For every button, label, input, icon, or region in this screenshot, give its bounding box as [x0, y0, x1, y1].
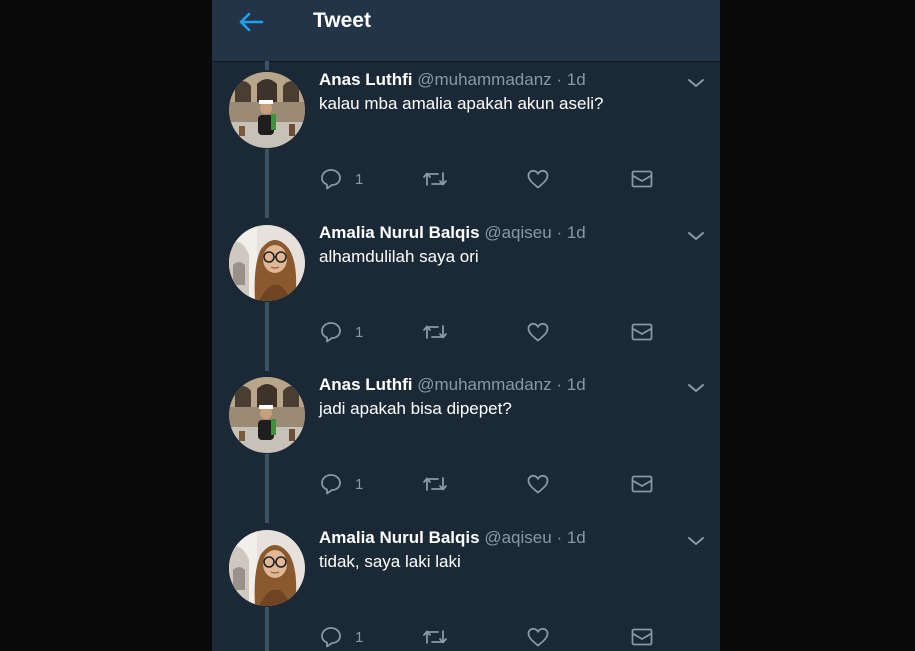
- tweet-actions: 1: [319, 623, 659, 651]
- tweet-menu-button[interactable]: [684, 532, 708, 550]
- retweet-button[interactable]: [422, 165, 448, 193]
- author-name[interactable]: Amalia Nurul Balqis: [319, 528, 480, 547]
- tweet-text: kalau mba amalia apakah akun aseli?: [319, 94, 604, 113]
- tweet-item[interactable]: Amalia Nurul Balqis @aqiseu · 1d alhamdu…: [212, 215, 720, 367]
- tweet-actions: 1: [319, 318, 659, 346]
- message-button[interactable]: [630, 470, 654, 498]
- like-button[interactable]: [526, 470, 550, 498]
- tweet-text: jadi apakah bisa dipepet?: [319, 399, 512, 418]
- back-button[interactable]: [236, 8, 266, 36]
- message-icon: [631, 323, 653, 341]
- message-icon: [631, 475, 653, 493]
- retweet-icon: [423, 477, 447, 491]
- reply-button[interactable]: 1: [319, 623, 363, 651]
- tweet-item[interactable]: Anas Luthfi @muhammadanz · 1d kalau mba …: [212, 62, 720, 214]
- message-icon: [631, 170, 653, 188]
- tweet-actions: 1: [319, 470, 659, 498]
- author-name[interactable]: Anas Luthfi: [319, 70, 413, 89]
- reply-count: 1: [355, 628, 364, 646]
- reply-button[interactable]: 1: [319, 470, 363, 498]
- tweet-timestamp[interactable]: · 1d: [556, 223, 585, 242]
- tweet-timestamp[interactable]: · 1d: [556, 528, 585, 547]
- chevron-down-icon: [688, 232, 704, 240]
- retweet-button[interactable]: [422, 623, 448, 651]
- reply-count: 1: [355, 323, 364, 341]
- page-title: Tweet: [313, 9, 371, 32]
- message-button[interactable]: [630, 623, 654, 651]
- like-icon: [527, 322, 549, 342]
- reply-button[interactable]: 1: [319, 318, 363, 346]
- tweet-menu-button[interactable]: [684, 227, 708, 245]
- retweet-icon: [423, 325, 447, 339]
- tweet-text: tidak, saya laki laki: [319, 552, 461, 571]
- reply-icon: [321, 474, 341, 495]
- tweet-timestamp[interactable]: · 1d: [556, 70, 585, 89]
- chevron-down-icon: [688, 79, 704, 87]
- app-window: Tweet Anas Luthfi @muhammadanz · 1d kala…: [212, 0, 720, 651]
- avatar-anas-luthfi[interactable]: [229, 377, 305, 453]
- like-button[interactable]: [526, 623, 550, 651]
- message-button[interactable]: [630, 318, 654, 346]
- like-icon: [527, 169, 549, 189]
- reply-button[interactable]: 1: [319, 165, 363, 193]
- back-arrow-icon: [239, 12, 264, 32]
- avatar-amalia-nurul-balqis[interactable]: [229, 530, 305, 606]
- like-button[interactable]: [526, 318, 550, 346]
- tweet-timestamp[interactable]: · 1d: [556, 375, 585, 394]
- reply-icon: [321, 322, 341, 343]
- like-icon: [527, 474, 549, 494]
- tweet-menu-button[interactable]: [684, 379, 708, 397]
- message-icon: [631, 628, 653, 646]
- chevron-down-icon: [688, 537, 704, 545]
- author-handle[interactable]: @aqiseu: [484, 223, 551, 242]
- retweet-icon: [423, 172, 447, 186]
- tweet-actions: 1: [319, 165, 659, 193]
- message-button[interactable]: [630, 165, 654, 193]
- like-icon: [527, 627, 549, 647]
- avatar-amalia-nurul-balqis[interactable]: [229, 225, 305, 301]
- author-handle[interactable]: @muhammadanz: [417, 375, 551, 394]
- tweet-item[interactable]: Anas Luthfi @muhammadanz · 1d jadi apaka…: [212, 367, 720, 519]
- reply-icon: [321, 627, 341, 648]
- avatar-anas-luthfi[interactable]: [229, 72, 305, 148]
- tweet-text: alhamdulilah saya ori: [319, 247, 479, 266]
- retweet-icon: [423, 630, 447, 644]
- author-name[interactable]: Amalia Nurul Balqis: [319, 223, 480, 242]
- tweet-menu-button[interactable]: [684, 74, 708, 92]
- tweet-item[interactable]: Amalia Nurul Balqis @aqiseu · 1d tidak, …: [212, 520, 720, 651]
- author-handle[interactable]: @muhammadanz: [417, 70, 551, 89]
- like-button[interactable]: [526, 165, 550, 193]
- reply-count: 1: [355, 475, 364, 493]
- reply-count: 1: [355, 170, 364, 188]
- author-name[interactable]: Anas Luthfi: [319, 375, 413, 394]
- author-handle[interactable]: @aqiseu: [484, 528, 551, 547]
- top-bar: Tweet: [212, 0, 720, 62]
- retweet-button[interactable]: [422, 470, 448, 498]
- reply-icon: [321, 169, 341, 190]
- retweet-button[interactable]: [422, 318, 448, 346]
- chevron-down-icon: [688, 384, 704, 392]
